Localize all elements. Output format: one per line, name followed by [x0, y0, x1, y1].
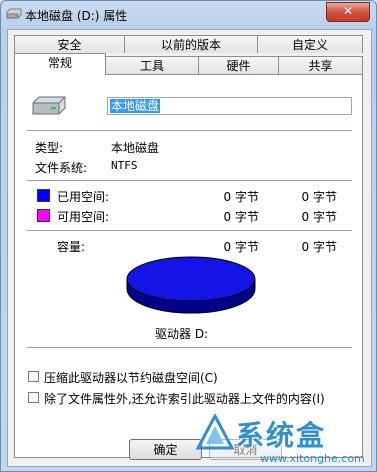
- tab-sharing[interactable]: 共享: [278, 56, 363, 74]
- free-space-bytes: 0 字节: [223, 210, 259, 224]
- properties-window: 本地磁盘 (D:) 属性 ✕ 安全 以前的版本 自定义 常规 工具 硬件 共享 …: [0, 0, 377, 472]
- tab-previous-versions[interactable]: 以前的版本: [124, 35, 258, 53]
- type-value: 本地磁盘: [111, 141, 160, 155]
- free-space-swatch: [37, 209, 50, 222]
- disk-usage-pie: [126, 256, 256, 314]
- free-space-label: 可用空间:: [57, 210, 110, 224]
- capacity-size: 0 字节: [301, 240, 337, 254]
- hard-drive-icon: [32, 96, 66, 115]
- separator: [27, 180, 352, 181]
- dialog-client: 安全 以前的版本 自定义 常规 工具 硬件 共享 本地磁盘 类型: 本地磁盘 文…: [7, 29, 372, 467]
- separator: [27, 130, 352, 131]
- title-bar[interactable]: 本地磁盘 (D:) 属性 ✕: [1, 1, 376, 29]
- drive-name-value: 本地磁盘: [110, 99, 161, 113]
- window-title: 本地磁盘 (D:) 属性: [25, 9, 128, 23]
- compress-label[interactable]: 压缩此驱动器以节约磁盘空间(C): [44, 369, 218, 386]
- used-space-bytes: 0 字节: [223, 190, 259, 204]
- tab-general[interactable]: 常规: [14, 53, 106, 75]
- drive-name-input[interactable]: 本地磁盘: [107, 97, 352, 115]
- watermark-url: www.xitonghe.com: [260, 452, 365, 465]
- used-space-label: 已用空间:: [57, 190, 110, 204]
- filesystem-value: NTFS: [111, 159, 138, 172]
- free-space-size: 0 字节: [301, 210, 337, 224]
- compress-checkbox[interactable]: [28, 371, 39, 382]
- tab-customize[interactable]: 自定义: [257, 35, 363, 53]
- tab-hardware[interactable]: 硬件: [198, 56, 279, 74]
- general-panel: 本地磁盘 类型: 本地磁盘 文件系统: NTFS 已用空间: 0 字节 0 字节…: [14, 74, 363, 458]
- filesystem-label: 文件系统:: [35, 161, 88, 175]
- used-space-size: 0 字节: [301, 190, 337, 204]
- capacity-label: 容量:: [57, 240, 86, 254]
- separator: [27, 347, 352, 348]
- ok-button[interactable]: 确定: [129, 439, 202, 460]
- drive-letter-label: 驱动器 D:: [155, 327, 209, 341]
- close-button[interactable]: ✕: [326, 2, 370, 22]
- watermark-brand: 系统盒: [236, 419, 327, 452]
- watermark-logo-icon: [196, 414, 234, 450]
- used-space-swatch: [37, 189, 50, 202]
- index-checkbox[interactable]: [28, 392, 39, 403]
- type-label: 类型:: [35, 141, 64, 155]
- capacity-bytes: 0 字节: [223, 240, 259, 254]
- index-label[interactable]: 除了文件属性外,还允许索引此驱动器上文件的内容(I): [44, 390, 325, 407]
- tab-tools[interactable]: 工具: [105, 56, 199, 74]
- watermark: 系统盒 www.xitonghe.com: [196, 410, 376, 470]
- tab-security[interactable]: 安全: [14, 35, 125, 53]
- drive-icon: [6, 8, 22, 19]
- separator: [27, 230, 352, 231]
